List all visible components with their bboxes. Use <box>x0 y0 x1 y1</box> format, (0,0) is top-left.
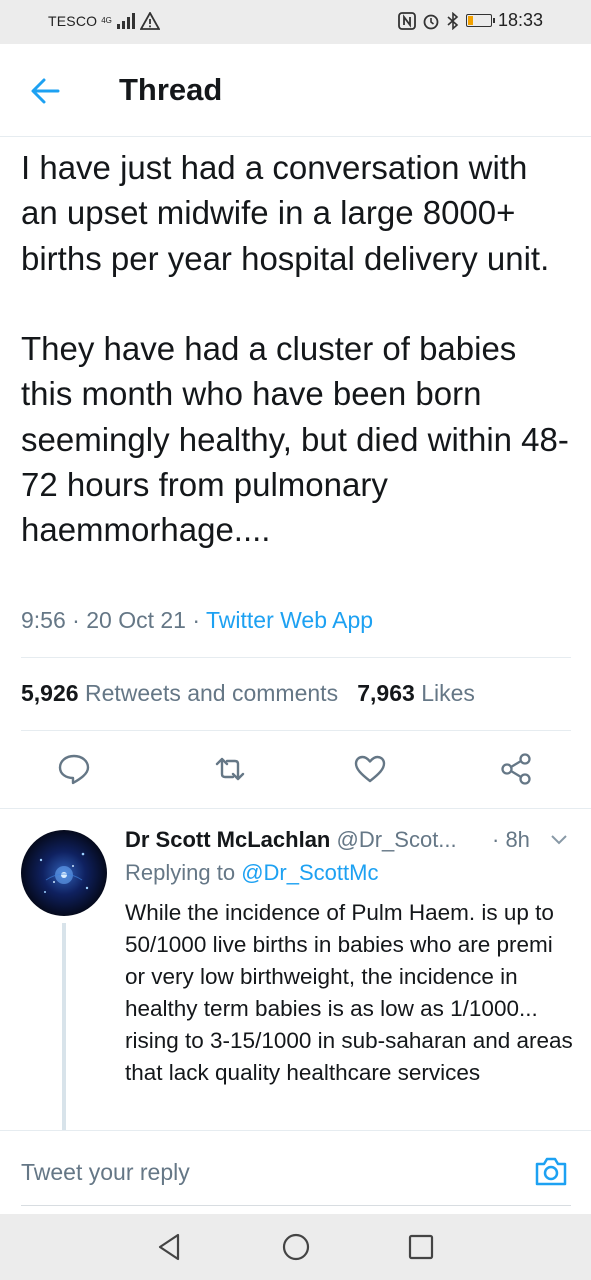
like-icon <box>354 755 386 783</box>
tweet-source-link[interactable]: Twitter Web App <box>206 607 373 633</box>
thread-connector-line <box>62 923 66 1131</box>
likes-stat[interactable]: 7,963 Likes <box>357 680 475 706</box>
nav-recents-button[interactable] <box>405 1231 437 1263</box>
warning-icon <box>139 12 160 30</box>
reply-button[interactable] <box>57 752 91 786</box>
chevron-down-icon <box>551 835 567 845</box>
nfc-icon <box>398 11 416 30</box>
reply-author-name[interactable]: Dr Scott McLachlan <box>125 827 330 852</box>
avatar-image <box>39 852 89 893</box>
retweet-icon <box>215 757 245 781</box>
divider <box>21 657 571 658</box>
status-bar: TESCO 4G 18:33 <box>0 0 591 44</box>
status-right: 18:33 <box>398 10 543 31</box>
tweet-actions <box>0 740 591 800</box>
camera-icon <box>535 1157 567 1186</box>
bluetooth-icon <box>447 11 459 30</box>
replying-to: Replying to @Dr_ScottMc <box>125 860 378 886</box>
likes-label: Likes <box>421 680 475 706</box>
avatar[interactable] <box>21 830 107 916</box>
nav-recents-icon <box>408 1234 434 1260</box>
meta-separator: · <box>192 607 201 633</box>
camera-button[interactable] <box>533 1153 569 1189</box>
network-type: 4G <box>101 16 112 25</box>
share-icon <box>501 753 531 785</box>
tweet-meta: 9:56 · 20 Oct 21 · Twitter Web App <box>21 607 373 634</box>
retweet-button[interactable] <box>213 752 247 786</box>
likes-count: 7,963 <box>357 680 415 706</box>
reply-header: Dr Scott McLachlan @Dr_Scot... <box>125 827 457 853</box>
replying-to-link[interactable]: @Dr_ScottMc <box>241 860 378 885</box>
reply-input[interactable]: Tweet your reply <box>21 1159 190 1186</box>
thread-header: Thread <box>0 44 591 137</box>
like-button[interactable] <box>353 752 387 786</box>
status-time: 18:33 <box>497 10 543 30</box>
nav-back-button[interactable] <box>154 1231 186 1263</box>
tweet-time: 9:56 <box>21 607 66 633</box>
page-title: Thread <box>119 72 223 107</box>
nav-home-button[interactable] <box>280 1231 312 1263</box>
reply-tweet[interactable]: Dr Scott McLachlan @Dr_Scot... · 8h Repl… <box>0 809 591 1131</box>
tweet-text: I have just had a conversation with an u… <box>21 149 569 549</box>
reply-icon <box>58 754 90 785</box>
retweets-stat[interactable]: 5,926 Retweets and comments <box>21 680 338 706</box>
carrier-label: TESCO <box>48 13 98 29</box>
reply-time: · 8h <box>492 827 530 852</box>
nav-home-icon <box>282 1233 310 1261</box>
nav-back-icon <box>158 1233 180 1261</box>
alarm-icon <box>423 14 439 29</box>
compose-bar: Tweet your reply <box>0 1130 591 1215</box>
reply-author-handle[interactable]: @Dr_Scot... <box>337 827 457 852</box>
tweet-date: 20 Oct 21 <box>86 607 186 633</box>
battery-icon <box>465 14 495 27</box>
system-nav-bar <box>0 1214 591 1280</box>
reply-menu-button[interactable] <box>550 833 568 847</box>
status-left: TESCO 4G <box>48 12 160 30</box>
divider <box>21 730 571 731</box>
reply-text: While the incidence of Pulm Haem. is up … <box>125 900 573 1085</box>
share-button[interactable] <box>499 752 533 786</box>
input-underline <box>21 1205 571 1206</box>
tweet-stats: 5,926 Retweets and comments 7,963 Likes <box>21 680 475 707</box>
retweets-label: Retweets and comments <box>84 680 339 706</box>
retweets-count: 5,926 <box>21 680 79 706</box>
back-button[interactable] <box>28 74 64 108</box>
signal-icon <box>116 13 135 29</box>
back-arrow-icon <box>31 78 60 104</box>
meta-separator: · <box>72 607 80 633</box>
replying-prefix: Replying to <box>125 860 236 885</box>
